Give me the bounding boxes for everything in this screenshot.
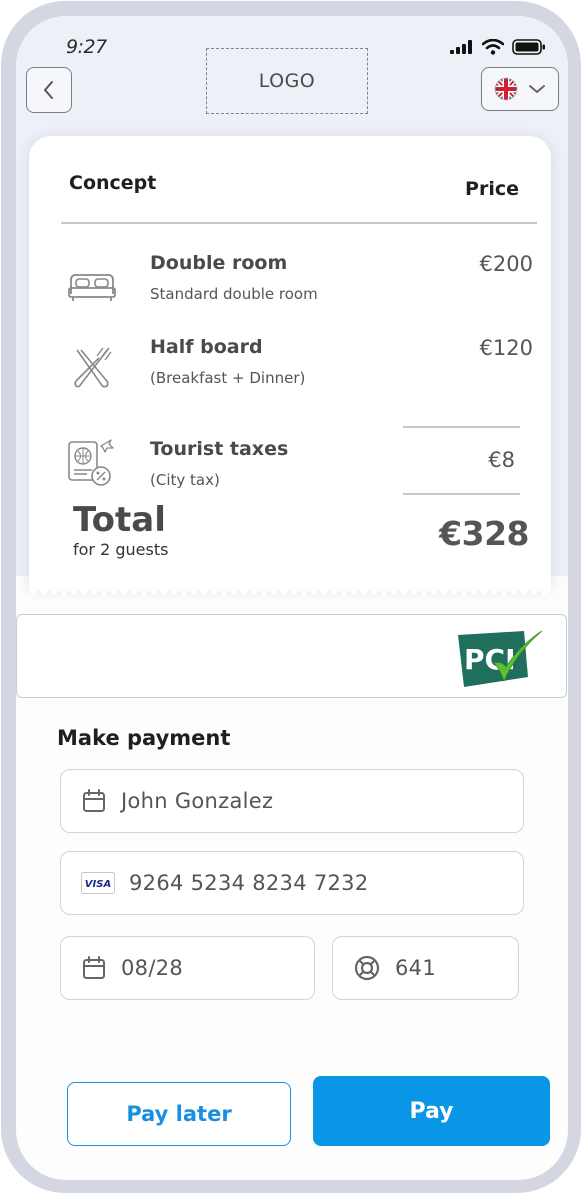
card-number-value: 9264 5234 8234 7232 [129,871,369,895]
total-amount: €328 [439,514,529,553]
status-time: 9:27 [66,36,107,58]
item-name: Tourist taxes [150,438,289,460]
chevron-left-icon [44,81,53,99]
cardholder-value: John Gonzalez [121,789,274,813]
line-item: Half board (Breakfast + Dinner) €120 [29,336,551,406]
expiry-value: 08/28 [121,956,184,980]
total-guests: for 2 guests [73,540,169,559]
phone-screen: 9:27 LOGO Concept Price Double room Stan… [16,16,568,1180]
pci-compliance-box: PCI [16,614,567,698]
logo-placeholder: LOGO [206,48,368,114]
make-payment-title: Make payment [57,726,231,750]
calendar-icon [83,789,105,812]
total-label: Total [73,500,166,540]
item-description: Standard double room [150,285,318,303]
fork-knife-icon [74,347,112,388]
battery-icon [512,39,545,55]
back-button[interactable] [26,67,72,113]
price-header: Price [465,178,519,200]
receipt-torn-edge [29,586,551,595]
cvv-value: 641 [395,956,436,980]
line-item: Double room Standard double room €200 [29,252,551,322]
pay-button[interactable]: Pay [313,1076,550,1146]
cvv-field[interactable]: 641 [332,936,519,1000]
tax-divider-bottom [403,493,520,495]
item-name: Half board [150,336,263,358]
item-name: Double room [150,252,288,274]
lifebuoy-icon [354,955,380,981]
svg-text:VISA: VISA [85,879,111,890]
tax-divider-top [403,426,520,428]
item-description: (City tax) [150,471,220,489]
receipt-card: Concept Price Double room Standard doubl… [29,136,551,588]
language-selector[interactable] [481,67,559,111]
bed-icon [68,274,116,301]
item-price: €8 [488,448,515,472]
header-divider [61,222,537,224]
item-description: (Breakfast + Dinner) [150,369,306,387]
phone-frame: 9:27 LOGO Concept Price Double room Stan… [1,1,581,1193]
passport-tax-icon [68,439,114,486]
expiry-field[interactable]: 08/28 [60,936,315,1000]
concept-header: Concept [69,172,157,194]
status-icons [450,39,546,55]
item-price: €200 [479,252,533,276]
chevron-down-icon [529,85,545,93]
calendar-icon [83,956,105,979]
uk-flag-icon [494,77,518,101]
cardholder-field[interactable]: John Gonzalez [60,769,524,833]
item-price: €120 [479,336,533,360]
visa-icon: VISA [81,872,115,894]
card-number-field[interactable]: VISA 9264 5234 8234 7232 [60,851,524,915]
wifi-icon [482,39,504,55]
signal-icon [450,40,472,54]
pay-later-button[interactable]: Pay later [67,1082,291,1146]
line-item: Tourist taxes (City tax) €8 [29,438,551,508]
pci-logo: PCI [458,630,543,687]
